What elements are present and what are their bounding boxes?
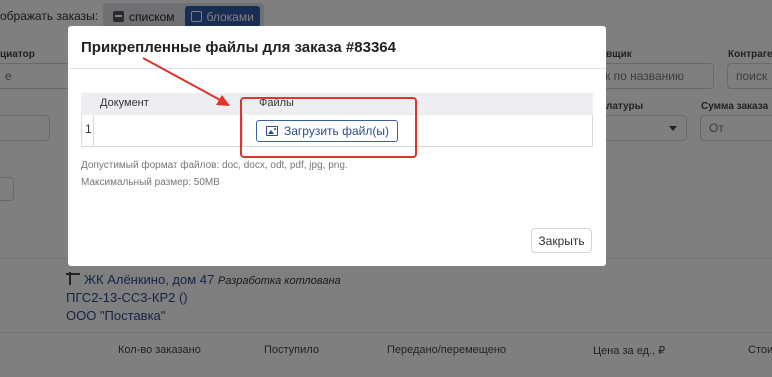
close-button[interactable]: Закрыть xyxy=(531,228,592,253)
header-document: Документ xyxy=(100,97,149,109)
allowed-formats-hint: Допустимый формат файлов: doc, docx, odt… xyxy=(81,160,348,171)
modal-header-divider xyxy=(68,68,606,69)
annotation-highlight-box xyxy=(240,97,417,158)
modal-title: Прикрепленные файлы для заказа #83364 xyxy=(81,39,396,56)
row-number: 1 xyxy=(85,122,92,136)
column-divider xyxy=(93,115,94,146)
max-size-hint: Максимальный размер: 50MB xyxy=(81,177,220,188)
